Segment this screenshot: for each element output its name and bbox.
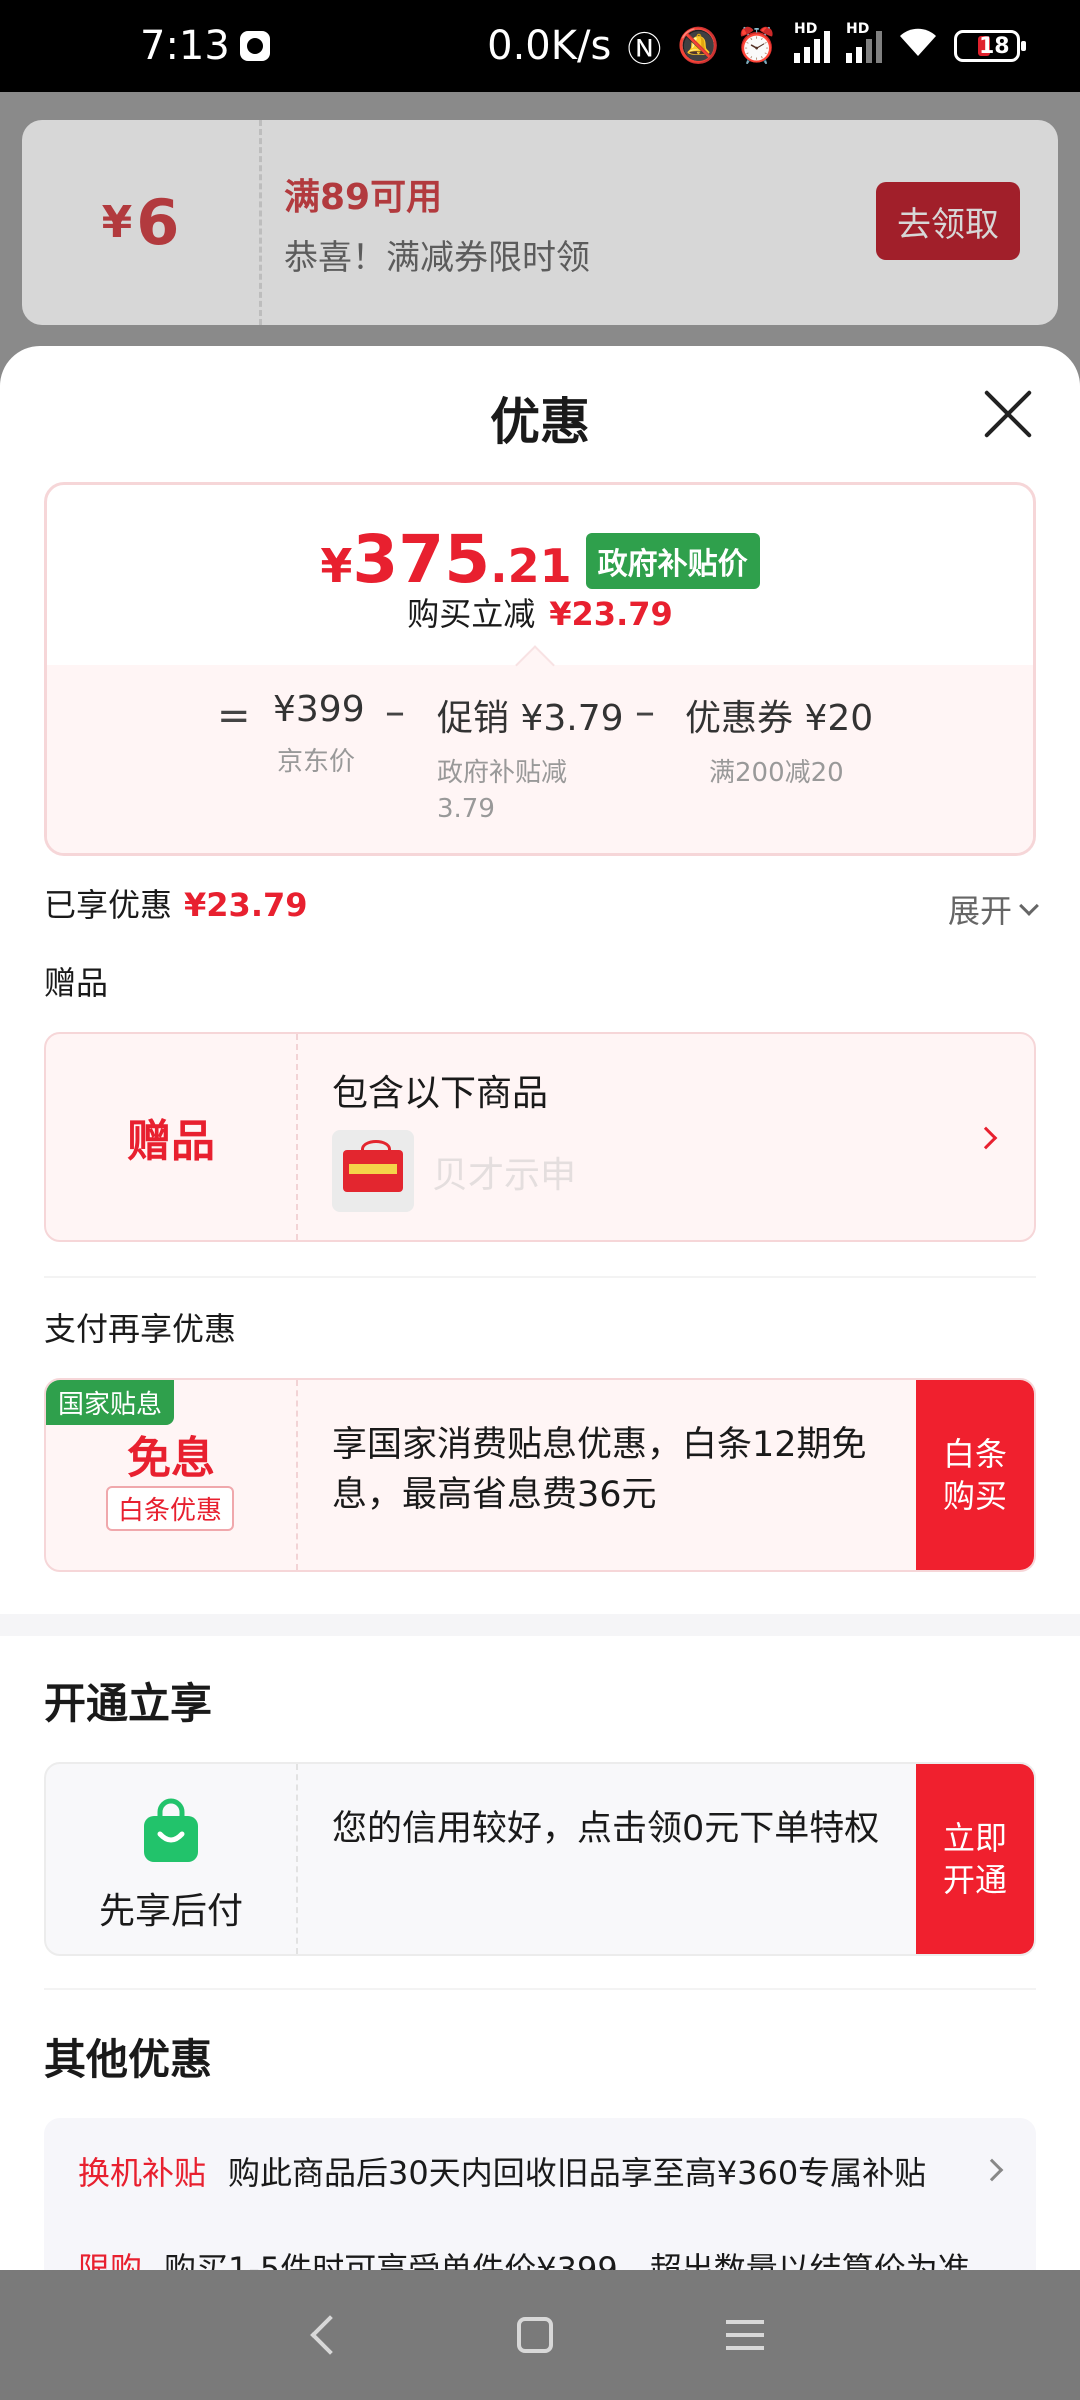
recents-icon[interactable]	[725, 2320, 764, 2350]
minus-sign: –	[385, 689, 405, 735]
gift-card[interactable]: 赠品 包含以下商品 贝才示申	[44, 1032, 1036, 1242]
promo-discount: 促销 ¥3.79 政府补贴减 3.79	[437, 698, 624, 824]
status-time: 7:13	[140, 23, 230, 69]
status-icons: 0.0K/s Ⓝ 🔕 ⏰ HD HD 18	[487, 21, 1026, 71]
coupon-subtitle: 恭喜！满减券限时领	[284, 238, 590, 278]
minus-sign: –	[635, 689, 655, 735]
gift-thumbnail	[332, 1130, 414, 1212]
alarm-icon: ⏰	[735, 26, 778, 66]
gift-title: 包含以下商品	[332, 1073, 549, 1114]
equals-sign: =	[217, 693, 251, 739]
pay-later-card: 先享后付 您的信用较好，点击领0元下单特权 立即开通	[44, 1762, 1036, 1956]
system-nav-bar	[0, 2270, 1080, 2400]
purchase-limit-row[interactable]: 限购 购买1-5件时可享受单件价¥399，超出数量以结算价为准	[78, 2244, 970, 2270]
expand-button[interactable]: 展开	[948, 886, 1039, 932]
pay-later-text: 您的信用较好，点击领0元下单特权	[332, 1809, 880, 1849]
gift-badge: 赠品	[46, 1034, 298, 1240]
open-now-button[interactable]: 立即开通	[916, 1764, 1034, 1954]
section-separator	[0, 1614, 1080, 1636]
chevron-right-icon	[974, 1126, 998, 1150]
national-subsidy-tag: 国家贴息	[46, 1380, 175, 1425]
mute-icon: 🔕	[677, 26, 720, 66]
interest-free-card: 国家贴息 免息 白条优惠 享国家消费贴息优惠，白条12期免息，最高省息费36元 …	[44, 1378, 1036, 1572]
divider	[44, 1988, 1036, 1990]
base-price: ¥399 京东价	[273, 689, 365, 777]
signal-2-icon: HD	[846, 21, 882, 63]
back-icon[interactable]	[310, 2315, 351, 2355]
status-time-group: 7:13	[140, 23, 270, 69]
other-discounts-list: 换机补贴 购此商品后30天内回收旧品享至高¥360专属补贴 限购 购买1-5件时可享…	[44, 2118, 1036, 2270]
close-icon[interactable]	[980, 386, 1036, 442]
status-bar: 7:13 0.0K/s Ⓝ 🔕 ⏰ HD HD 18	[0, 0, 1080, 92]
signal-icon: HD	[794, 21, 830, 63]
nfc-icon: Ⓝ	[627, 29, 662, 70]
pay-section-label: 支付再享优惠	[44, 1310, 237, 1348]
interest-free-text: 享国家消费贴息优惠，白条12期免息，最高省息费36元	[332, 1425, 867, 1515]
chevron-down-icon	[1019, 896, 1039, 916]
battery-icon: 18	[954, 30, 1026, 62]
net-speed: 0.0K/s	[487, 23, 612, 69]
divider	[44, 1276, 1036, 1278]
final-price: ¥ 375 .21 政府补贴价	[47, 521, 1033, 598]
coupon-amount: ¥6	[22, 120, 262, 325]
home-icon[interactable]	[516, 2317, 553, 2353]
coupon-discount: 优惠券 ¥20 满200减20	[685, 698, 874, 788]
trade-in-row[interactable]: 换机补贴 购此商品后30天内回收旧品享至高¥360专属补贴	[78, 2148, 926, 2194]
gov-subsidy-tag: 政府补贴价	[585, 533, 760, 589]
coupon-title: 满89可用	[284, 177, 443, 218]
app-notification-icon	[239, 31, 270, 61]
discount-line: 购买立减 ¥23.79	[407, 595, 673, 633]
discount-sheet: 优惠 ¥ 375 .21 政府补贴价 购买立减 ¥23.79 = ¥399 京东价…	[0, 346, 1080, 2270]
gift-section-label: 赠品	[44, 964, 109, 1002]
coupon-banner: ¥6 满89可用 恭喜！满减券限时领 去领取	[22, 120, 1058, 325]
price-summary: ¥ 375 .21 政府补贴价 购买立减 ¥23.79 = ¥399 京东价 – …	[44, 482, 1036, 856]
claim-coupon-button[interactable]: 去领取	[876, 182, 1020, 260]
shopping-bag-icon	[144, 1798, 198, 1862]
enjoyed-discount: 已享优惠 ¥23.79	[44, 886, 308, 924]
interest-free-badge: 国家贴息 免息 白条优惠	[46, 1380, 298, 1570]
gift-name: 贝才示申	[432, 1155, 577, 1196]
chevron-right-icon	[980, 2158, 1004, 2182]
gift-box-icon	[343, 1140, 403, 1192]
sheet-title: 优惠	[490, 393, 590, 451]
other-discounts-heading: 其他优惠	[44, 2035, 213, 2084]
baitiao-buy-button[interactable]: 白条购买	[916, 1380, 1034, 1570]
wifi-icon	[898, 26, 938, 67]
open-now-heading: 开通立享	[44, 1679, 213, 1728]
price-breakdown: = ¥399 京东价 – 促销 ¥3.79 政府补贴减 3.79 – 优惠券 ¥…	[47, 665, 1033, 853]
pay-later-badge: 先享后付	[46, 1764, 298, 1954]
